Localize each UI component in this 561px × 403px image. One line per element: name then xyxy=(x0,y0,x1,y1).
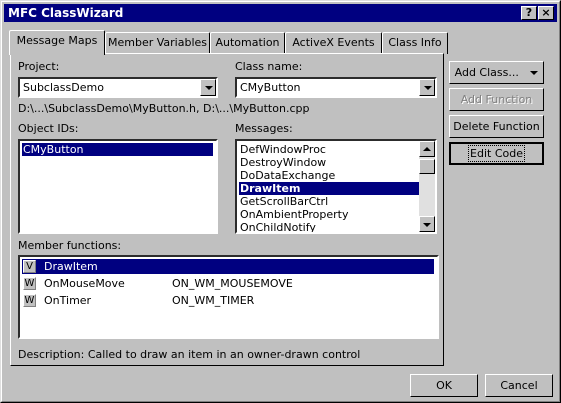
class-name-dropdown-icon[interactable] xyxy=(419,79,435,96)
window-title: MFC ClassWizard xyxy=(8,6,124,20)
cancel-button[interactable]: Cancel xyxy=(485,374,553,397)
message-item[interactable]: DoDataExchange xyxy=(239,169,335,182)
class-name-label: Class name: xyxy=(235,60,303,73)
message-item[interactable]: DestroyWindow xyxy=(239,156,326,169)
message-map-macro: ON_WM_MOUSEMOVE xyxy=(172,277,293,290)
ok-button[interactable]: OK xyxy=(410,374,478,397)
message-item[interactable]: GetScrollBarCtrl xyxy=(239,195,328,208)
classwizard-window: MFC ClassWizard ? × Message Maps Member … xyxy=(0,0,561,403)
member-functions-label: Member functions: xyxy=(18,239,122,252)
tab-member-variables[interactable]: Member Variables xyxy=(105,32,210,54)
function-name: OnMouseMove xyxy=(44,277,125,290)
description-text: Description: Called to draw an item in a… xyxy=(18,348,361,361)
edit-code-button[interactable]: Edit Code xyxy=(449,142,544,165)
windows-message-icon: W xyxy=(23,294,36,307)
member-function-row[interactable]: W OnMouseMove ON_WM_MOUSEMOVE xyxy=(22,276,434,291)
tab-automation[interactable]: Automation xyxy=(210,32,285,54)
message-item[interactable]: DefWindowProc xyxy=(239,143,326,156)
function-name: DrawItem xyxy=(44,260,98,273)
delete-function-button[interactable]: Delete Function xyxy=(449,115,544,138)
member-function-row[interactable]: W OnTimer ON_WM_TIMER xyxy=(22,293,434,308)
message-map-macro: ON_WM_TIMER xyxy=(172,294,255,307)
member-functions-list[interactable]: V DrawItem W OnMouseMove ON_WM_MOUSEMOVE… xyxy=(18,255,439,339)
virtual-function-icon: V xyxy=(23,260,36,273)
add-class-label: Add Class... xyxy=(454,66,519,79)
class-name-combo[interactable]: CMyButton xyxy=(235,77,437,98)
class-name-value: CMyButton xyxy=(240,81,301,94)
message-item-selected[interactable]: DrawItem xyxy=(239,182,419,195)
tab-message-maps[interactable]: Message Maps xyxy=(9,30,105,55)
member-function-row[interactable]: V DrawItem xyxy=(22,259,434,274)
project-dropdown-icon[interactable] xyxy=(200,79,216,96)
message-maps-panel: Project: SubclassDemo Class name: CMyBut… xyxy=(10,53,444,366)
scroll-thumb[interactable] xyxy=(419,159,435,174)
message-item[interactable]: OnAmbientProperty xyxy=(239,208,349,221)
tab-class-info[interactable]: Class Info xyxy=(382,32,448,54)
help-button[interactable]: ? xyxy=(521,6,537,20)
project-value: SubclassDemo xyxy=(23,81,104,94)
function-name: OnTimer xyxy=(44,294,92,307)
tab-activex-events[interactable]: ActiveX Events xyxy=(285,32,382,54)
files-path: D:\...\SubclassDemo\MyButton.h, D:\...\M… xyxy=(18,102,310,115)
messages-label: Messages: xyxy=(235,122,293,135)
project-label: Project: xyxy=(18,60,60,73)
add-function-button[interactable]: Add Function xyxy=(449,88,544,111)
edit-code-label: Edit Code xyxy=(468,145,525,162)
messages-list[interactable]: DefWindowProc DestroyWindow DoDataExchan… xyxy=(235,139,437,234)
title-bar[interactable]: MFC ClassWizard ? × xyxy=(4,4,557,22)
add-class-button[interactable]: Add Class... xyxy=(449,61,544,84)
windows-message-icon: W xyxy=(23,277,36,290)
close-button[interactable]: × xyxy=(538,6,554,20)
message-item[interactable]: OnChildNotify xyxy=(239,221,316,232)
messages-scrollbar[interactable] xyxy=(419,141,435,232)
object-ids-label: Object IDs: xyxy=(18,122,79,135)
object-id-item[interactable]: CMyButton xyxy=(22,143,213,156)
chevron-down-icon xyxy=(530,71,539,75)
scroll-up-icon[interactable] xyxy=(419,141,435,157)
project-combo[interactable]: SubclassDemo xyxy=(18,77,218,98)
scroll-down-icon[interactable] xyxy=(419,216,435,232)
object-ids-list[interactable]: CMyButton xyxy=(18,139,218,234)
